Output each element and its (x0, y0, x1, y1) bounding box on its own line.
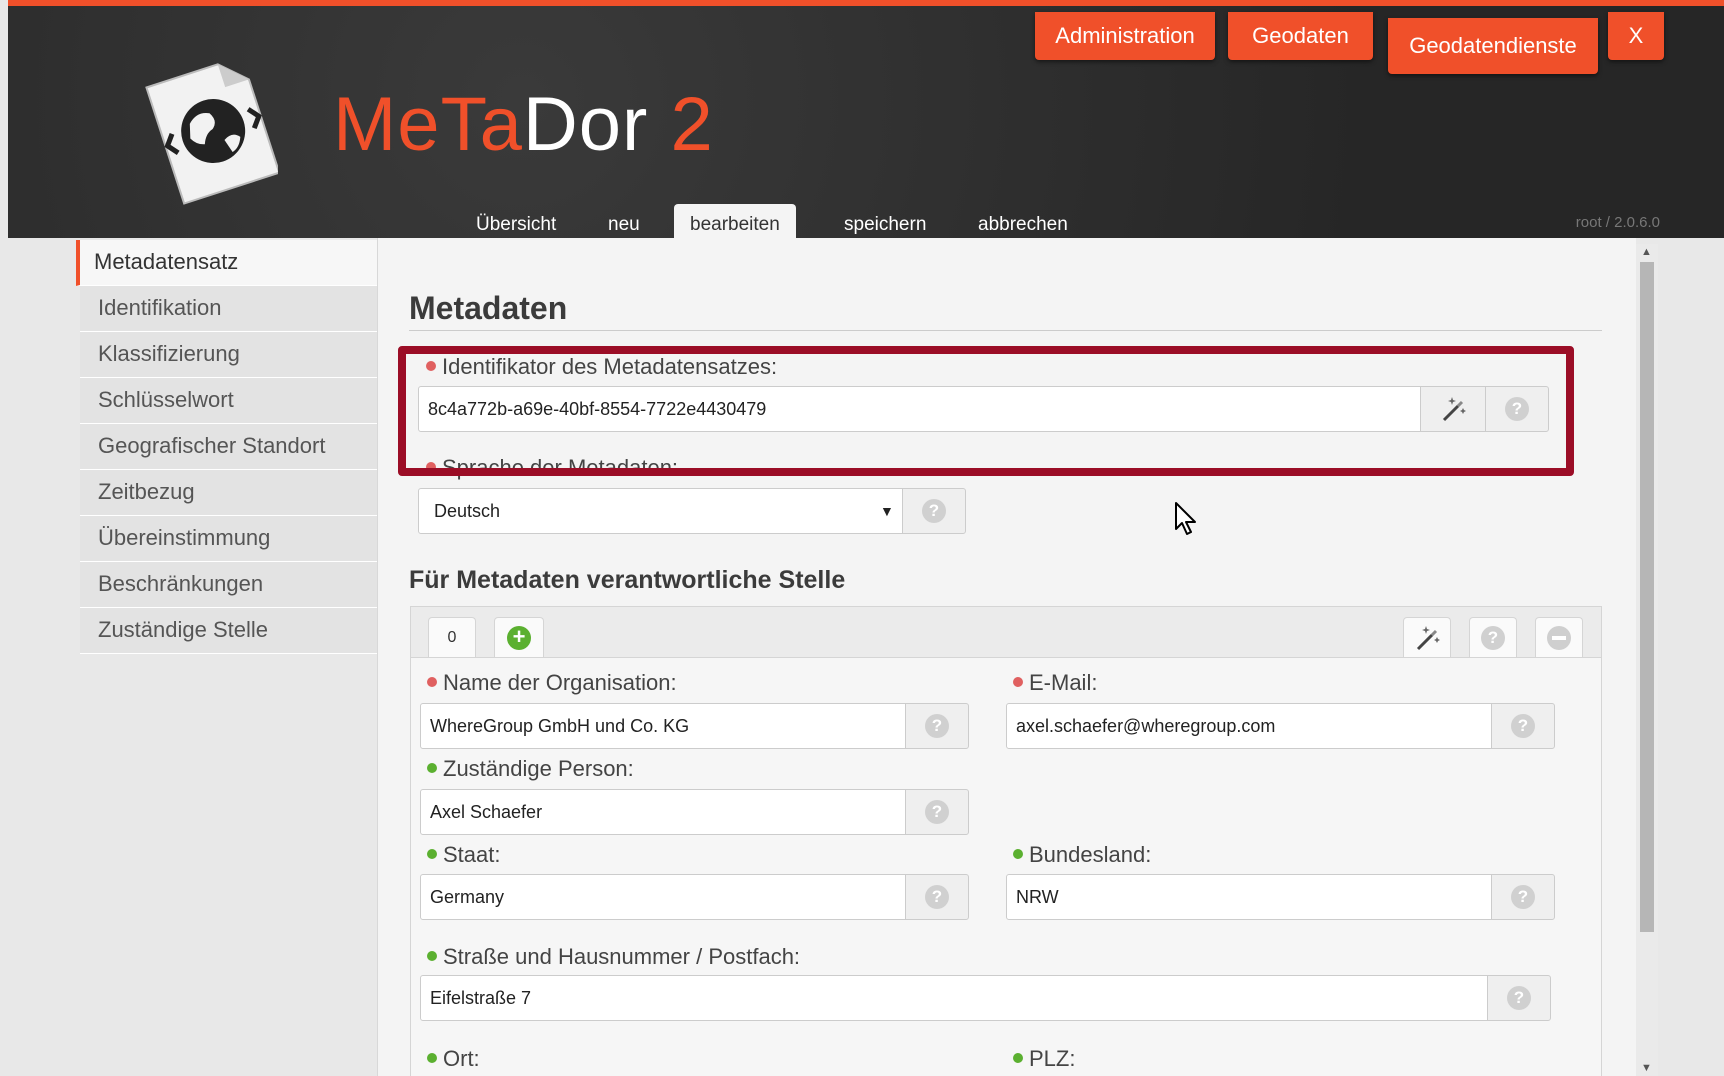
sidebar: Metadatensatz Identifikation Klassifizie… (76, 240, 377, 654)
required-dot (1013, 677, 1023, 687)
geodatendienste-button[interactable]: Geodatendienste (1388, 18, 1598, 74)
responsible-help-button[interactable]: ? (1469, 617, 1517, 657)
vertical-scrollbar[interactable]: ▲ ▼ (1636, 244, 1658, 1076)
country-input[interactable]: Germany (420, 874, 906, 920)
remove-responsible-button[interactable] (1535, 617, 1583, 657)
app-title-part3: 2 (670, 82, 714, 167)
help-icon: ? (925, 714, 949, 738)
street-label: Straße und Hausnummer / Postfach: (427, 944, 800, 970)
globe-document-icon (145, 63, 278, 205)
optional-dot (427, 763, 437, 773)
required-dot (426, 462, 436, 472)
sidebar-item-schluesselwort[interactable]: Schlüsselwort (80, 378, 377, 424)
dropdown-arrow-icon: ▼ (880, 503, 894, 519)
person-help-button[interactable]: ? (905, 789, 969, 835)
help-icon: ? (925, 885, 949, 909)
app-title-part1: MeTa (333, 82, 523, 167)
help-icon: ? (1507, 986, 1531, 1010)
app-header: Administration Geodaten Geodatendienste … (8, 0, 1724, 244)
remove-icon (1547, 625, 1571, 650)
optional-dot (427, 951, 437, 961)
email-help-button[interactable]: ? (1491, 703, 1555, 749)
language-help-button[interactable]: ? (902, 488, 966, 534)
close-button[interactable]: X (1608, 12, 1664, 60)
language-select[interactable]: Deutsch (418, 488, 903, 534)
optional-dot (1013, 1053, 1023, 1063)
sidebar-item-uebereinstimmung[interactable]: Übereinstimmung (80, 516, 377, 562)
add-icon: + (507, 625, 531, 650)
state-label: Bundesland: (1013, 842, 1151, 868)
person-label: Zuständige Person: (427, 756, 634, 782)
sidebar-item-zustaendige-stelle[interactable]: Zuständige Stelle (80, 608, 377, 654)
org-name-help-button[interactable]: ? (905, 703, 969, 749)
scroll-thumb[interactable] (1640, 262, 1654, 932)
help-icon: ? (925, 800, 949, 824)
generate-identifier-button[interactable] (1420, 386, 1486, 432)
street-help-button[interactable]: ? (1487, 975, 1551, 1021)
title-divider (409, 330, 1602, 331)
identifier-label: Identifikator des Metadatensatzes: (426, 354, 777, 380)
identifier-input[interactable]: 8c4a772b-a69e-40bf-8554-7722e4430479 (418, 386, 1421, 432)
language-label: Sprache der Metadaten: (426, 455, 678, 481)
optional-dot (1013, 849, 1023, 859)
version-label: root / 2.0.6.0 (1575, 214, 1660, 231)
help-icon: ? (1505, 397, 1529, 421)
identifier-help-button[interactable]: ? (1485, 386, 1549, 432)
org-name-input[interactable]: WhereGroup GmbH und Co. KG (420, 703, 906, 749)
page-title: Metadaten (409, 290, 568, 326)
optional-dot (427, 849, 437, 859)
responsible-wand-button[interactable] (1403, 617, 1451, 657)
help-icon: ? (922, 499, 946, 523)
responsible-section-title: Für Metadaten verantwortliche Stelle (409, 566, 846, 594)
tab-responsible-0[interactable]: 0 (428, 617, 476, 657)
email-input[interactable]: axel.schaefer@wheregroup.com (1006, 703, 1492, 749)
help-icon: ? (1511, 714, 1535, 738)
optional-dot (427, 1053, 437, 1063)
country-help-button[interactable]: ? (905, 874, 969, 920)
sidebar-item-identifikation[interactable]: Identifikation (80, 286, 377, 332)
org-name-label: Name der Organisation: (427, 670, 677, 696)
sidebar-item-geografischer-standort[interactable]: Geografischer Standort (80, 424, 377, 470)
scroll-up-icon[interactable]: ▲ (1641, 246, 1652, 258)
state-help-button[interactable]: ? (1491, 874, 1555, 920)
required-dot (427, 677, 437, 687)
administration-button[interactable]: Administration (1035, 12, 1215, 60)
sidebar-item-klassifizierung[interactable]: Klassifizierung (80, 332, 377, 378)
country-label: Staat: (427, 842, 500, 868)
app-title-part2: Dor (522, 82, 649, 167)
magic-wand-icon (1442, 397, 1466, 422)
street-input[interactable]: Eifelstraße 7 (420, 975, 1488, 1021)
city-label: Ort: (427, 1046, 480, 1072)
sidebar-item-beschraenkungen[interactable]: Beschränkungen (80, 562, 377, 608)
state-input[interactable]: NRW (1006, 874, 1492, 920)
sidebar-item-metadatensatz[interactable]: Metadatensatz (76, 240, 377, 286)
person-input[interactable]: Axel Schaefer (420, 789, 906, 835)
add-responsible-button[interactable]: + (494, 617, 544, 657)
scroll-down-icon[interactable]: ▼ (1641, 1062, 1652, 1074)
required-dot (426, 361, 436, 371)
help-icon: ? (1481, 625, 1505, 650)
help-icon: ? (1511, 885, 1535, 909)
sidebar-item-zeitbezug[interactable]: Zeitbezug (80, 470, 377, 516)
email-label: E-Mail: (1013, 670, 1097, 696)
app-title: MeTaDor 2 (333, 80, 714, 170)
magic-wand-icon (1416, 625, 1440, 650)
zip-label: PLZ: (1013, 1046, 1075, 1072)
geodaten-button[interactable]: Geodaten (1228, 12, 1373, 60)
mouse-cursor-icon (1175, 502, 1196, 535)
